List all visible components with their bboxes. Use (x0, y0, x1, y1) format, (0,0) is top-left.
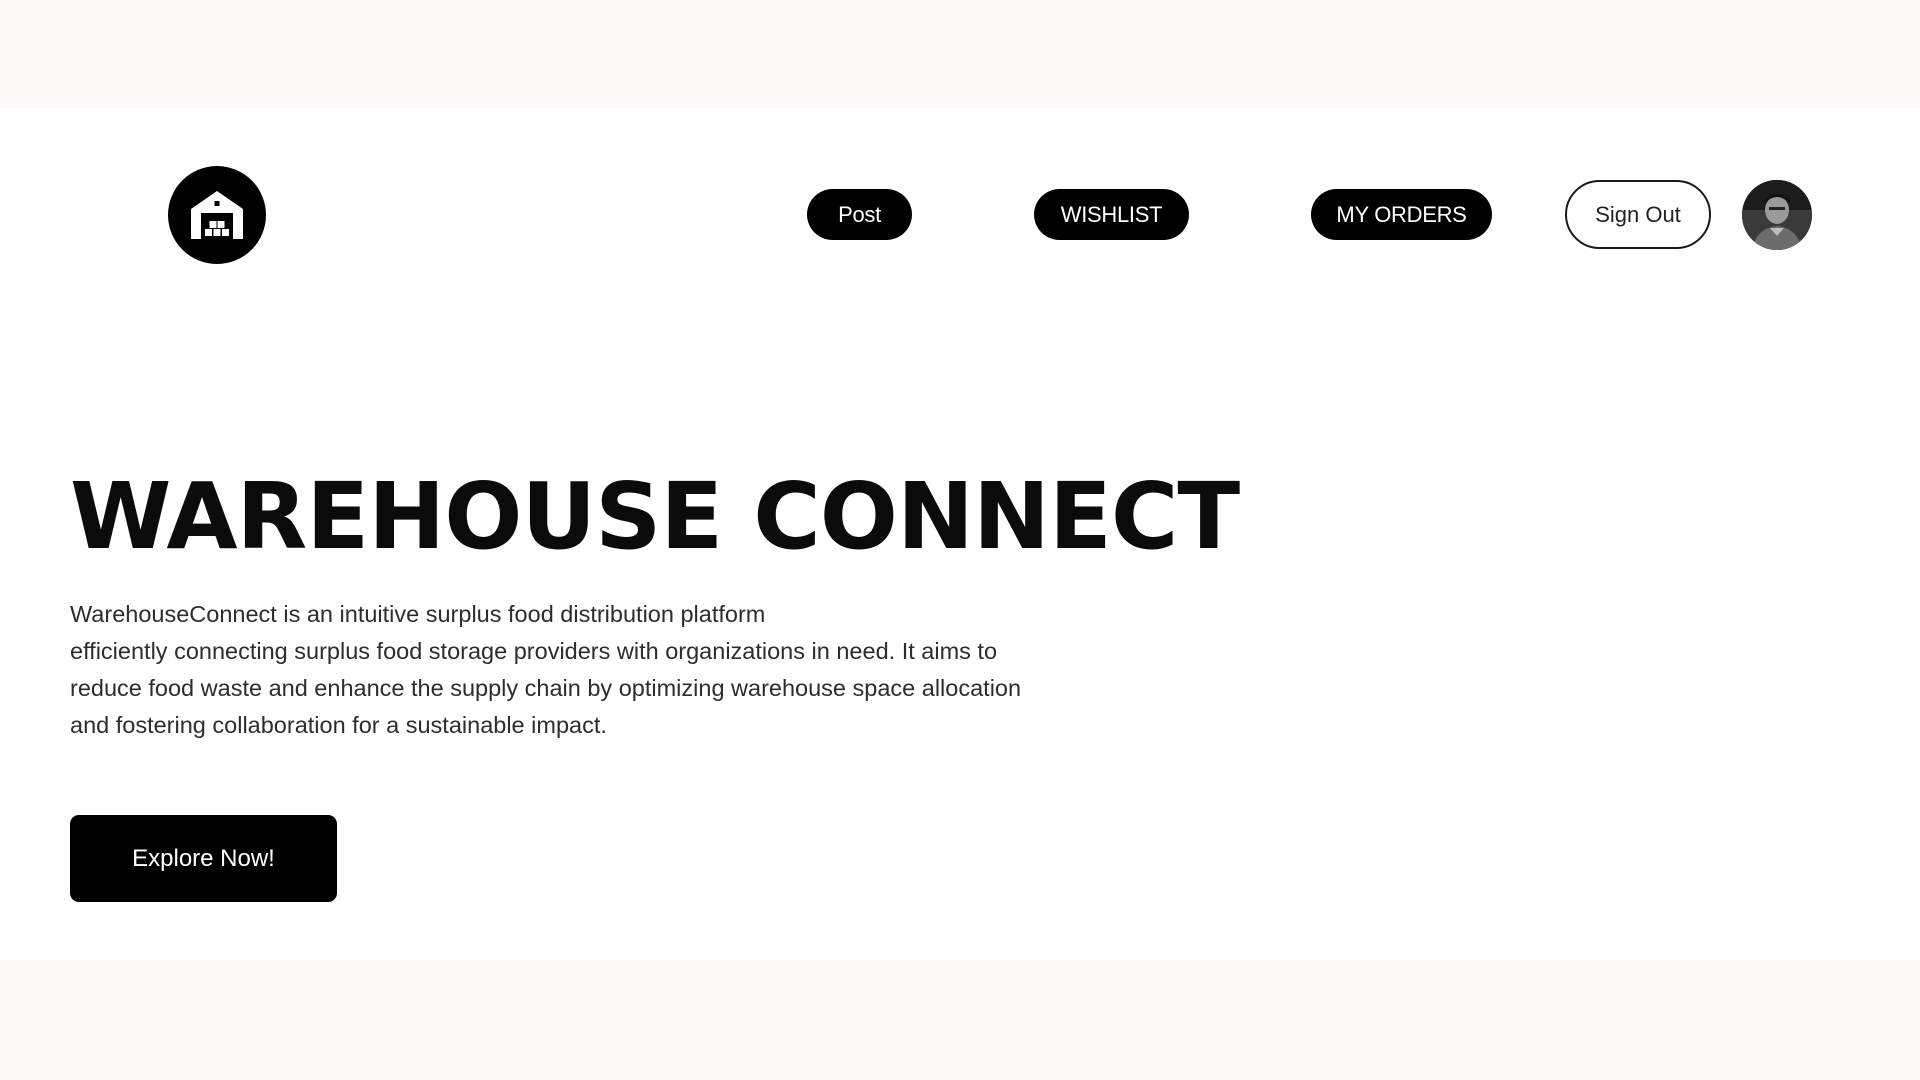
hero-description: WarehouseConnect is an intuitive surplus… (70, 596, 1080, 744)
page: Post WISHLIST MY ORDERS Sign Out WAREHOU… (0, 0, 1920, 1080)
my-orders-button[interactable]: MY ORDERS (1311, 189, 1492, 240)
page-title: WAREHOUSE CONNECT (70, 463, 1240, 570)
avatar[interactable] (1742, 180, 1812, 250)
sign-out-button[interactable]: Sign Out (1565, 180, 1711, 249)
explore-now-button-label: Explore Now! (132, 844, 275, 872)
post-button[interactable]: Post (807, 189, 912, 240)
wishlist-button-label: WISHLIST (1060, 201, 1163, 227)
logo[interactable] (168, 166, 266, 264)
my-orders-button-label: MY ORDERS (1336, 201, 1467, 227)
hero-description-line: and fostering collaboration for a sustai… (70, 712, 607, 738)
hero-description-line: efficiently connecting surplus food stor… (70, 638, 998, 664)
user-avatar-icon (1742, 180, 1812, 250)
hero-description-line: reduce food waste and enhance the supply… (70, 675, 1022, 701)
wishlist-button[interactable]: WISHLIST (1034, 189, 1189, 240)
explore-now-button[interactable]: Explore Now! (70, 815, 337, 902)
sign-out-button-label: Sign Out (1595, 201, 1681, 227)
warehouse-icon (191, 191, 243, 239)
post-button-label: Post (838, 201, 881, 227)
hero-description-line: WarehouseConnect is an intuitive surplus… (70, 601, 766, 627)
